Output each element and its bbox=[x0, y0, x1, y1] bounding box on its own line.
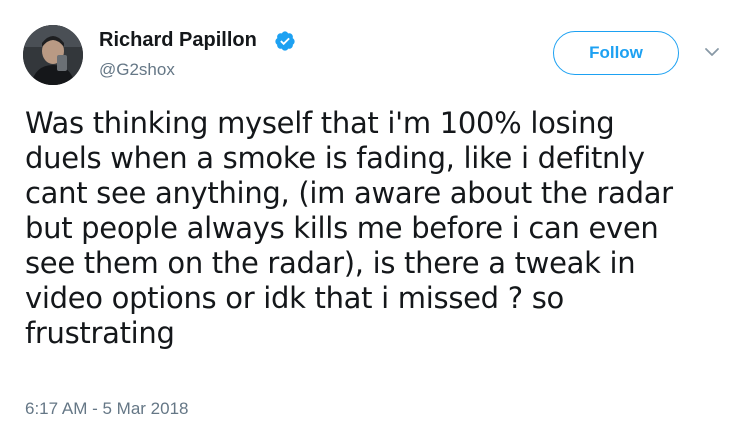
tweet-text-line: cant see anything, (im aware about the r… bbox=[25, 176, 673, 210]
tweet-text-line: frustrating bbox=[25, 316, 175, 350]
chevron-down-icon[interactable] bbox=[704, 46, 720, 58]
display-name[interactable]: Richard Papillon bbox=[99, 28, 257, 52]
tweet-text-line: but people always kills me before i can … bbox=[25, 211, 659, 245]
tweet-text: Was thinking myself that i'm 100% losing… bbox=[25, 106, 730, 351]
verified-badge-icon bbox=[275, 31, 295, 51]
tweet-text-line: duels when a smoke is fading, like i def… bbox=[25, 141, 645, 175]
avatar-photo bbox=[23, 25, 83, 85]
follow-button[interactable]: Follow bbox=[553, 31, 679, 75]
timestamp[interactable]: 6:17 AM - 5 Mar 2018 bbox=[25, 399, 188, 419]
tweet-text-line: see them on the radar), is there a tweak… bbox=[25, 246, 636, 280]
avatar[interactable] bbox=[23, 25, 83, 85]
tweet-text-line: video options or idk that i missed ? so bbox=[25, 281, 564, 315]
handle[interactable]: @G2shox bbox=[99, 59, 175, 81]
tweet-text-line: Was thinking myself that i'm 100% losing bbox=[25, 106, 615, 140]
tweet-card: Richard Papillon @G2shox Follow Was thin… bbox=[0, 0, 743, 426]
